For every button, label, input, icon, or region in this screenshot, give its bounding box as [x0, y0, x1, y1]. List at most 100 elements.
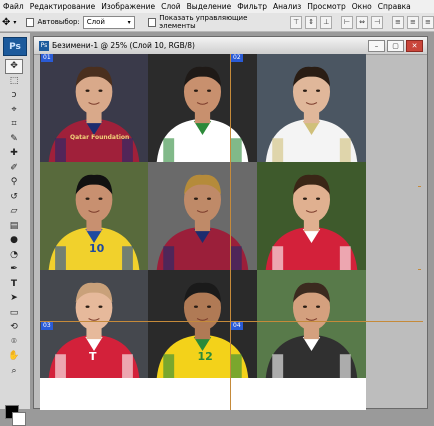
shape-tool-icon[interactable]: ▭ [5, 306, 23, 321]
eye [316, 89, 321, 92]
maximize-button[interactable]: ▢ [387, 40, 404, 52]
eye [193, 305, 198, 308]
menu-analysis[interactable]: Анализ [270, 2, 304, 11]
slice-label: 02 [231, 54, 243, 62]
eye [316, 197, 321, 200]
menu-edit[interactable]: Редактирование [27, 2, 98, 11]
align-left-icon[interactable]: ⊢ [341, 15, 354, 29]
jersey-sleeve [272, 354, 284, 378]
menu-file[interactable]: Файл [0, 2, 27, 11]
background-color-swatch[interactable] [12, 412, 26, 426]
player-photo [257, 54, 366, 162]
player-photo-tile [148, 54, 257, 162]
jersey-sleeve [122, 354, 133, 378]
eyedropper-tool-icon[interactable]: ✎ [5, 132, 23, 147]
menu-layer[interactable]: Слой [158, 2, 184, 11]
player-photo-tile: Qatar Foundation [40, 54, 148, 162]
tool-preset-dropdown-icon[interactable]: ▾ [13, 19, 16, 26]
hand-tool-icon[interactable]: ✋ [5, 349, 23, 364]
jersey-sleeve [272, 246, 284, 270]
menu-view[interactable]: Просмотр [304, 2, 349, 11]
show-controls-checkbox[interactable] [147, 17, 157, 27]
zoom-tool-icon[interactable]: ⌕ [5, 364, 23, 379]
move-tool-icon[interactable]: ✥ [5, 59, 23, 74]
eye [85, 89, 90, 92]
3d-camera-tool-icon[interactable]: ⌾ [5, 335, 23, 350]
player-photo [257, 270, 366, 378]
jersey-sleeve [272, 138, 284, 162]
menu-bar: Файл Редактирование Изображение Слой Выд… [0, 0, 434, 13]
menu-image[interactable]: Изображение [98, 2, 158, 11]
eye [207, 305, 212, 308]
distribute-bottom-icon[interactable]: ≡ [421, 15, 434, 29]
jersey-sleeve [339, 246, 351, 270]
eye [98, 89, 103, 92]
minimize-button[interactable]: – [368, 40, 385, 52]
history-brush-tool-icon[interactable]: ↺ [5, 190, 23, 205]
eye [316, 305, 321, 308]
tools-panel: Ps ✥ ⬚ ↄ ⌖ ⌗ ✎ ✚ ✐ ⚲ ↺ ▱ ▤ ● ◔ ✒ T ➤ ▭ ⟲… [0, 33, 31, 426]
eye [85, 305, 90, 308]
quick-select-tool-icon[interactable]: ⌖ [5, 103, 23, 118]
slice-label: 04 [231, 322, 243, 330]
player-photo [40, 54, 148, 162]
autoselect-label: Автовыбор: [37, 18, 80, 26]
show-controls-label: Показать управляющие элементы [159, 14, 248, 30]
menu-select[interactable]: Выделение [184, 2, 235, 11]
marquee-tool-icon[interactable]: ⬚ [5, 74, 23, 89]
jersey-sleeve [339, 354, 351, 378]
document-window: Ps Безимени-1 @ 25% (Слой 10, RGB/8) – ▢… [33, 36, 428, 410]
eraser-tool-icon[interactable]: ▱ [5, 204, 23, 219]
jersey-sleeve [230, 354, 242, 378]
horizontal-guide[interactable] [40, 321, 423, 322]
jersey-sleeve [230, 138, 242, 162]
jersey-text: 12 [197, 349, 213, 363]
eye [302, 89, 307, 92]
autoselect-checkbox[interactable] [26, 17, 35, 27]
menu-help[interactable]: Справка [375, 2, 414, 11]
slice-label: 01 [41, 54, 53, 62]
autoselect-value: Слой [86, 18, 105, 26]
eye [98, 197, 103, 200]
player-photo-tile [257, 270, 366, 378]
image-canvas[interactable]: Qatar Foundation 10 T 12 [40, 54, 366, 378]
blur-tool-icon[interactable]: ● [5, 233, 23, 248]
crop-tool-icon[interactable]: ⌗ [5, 117, 23, 132]
autoselect-select[interactable]: Слой ▾ [82, 15, 135, 29]
jersey-sleeve [163, 354, 175, 378]
document-title-bar[interactable]: Ps Безимени-1 @ 25% (Слой 10, RGB/8) – ▢… [34, 37, 427, 55]
move-tool-icon[interactable]: ✥ [2, 17, 10, 28]
path-select-tool-icon[interactable]: ➤ [5, 291, 23, 306]
dodge-tool-icon[interactable]: ◔ [5, 248, 23, 263]
jersey-sleeve [55, 246, 66, 270]
eye [98, 305, 103, 308]
align-hcenter-icon[interactable]: ⇔ [356, 15, 369, 29]
brush-tool-icon[interactable]: ✐ [5, 161, 23, 176]
gradient-tool-icon[interactable]: ▤ [5, 219, 23, 234]
menu-filter[interactable]: Фильтр [234, 2, 270, 11]
menu-window[interactable]: Окно [349, 2, 375, 11]
align-top-icon[interactable]: ⊤ [290, 15, 303, 29]
align-right-icon[interactable]: ⊣ [371, 15, 384, 29]
healing-brush-tool-icon[interactable]: ✚ [5, 146, 23, 161]
distribute-vcenter-icon[interactable]: ≡ [406, 15, 419, 29]
player-photo [257, 162, 366, 270]
type-tool-icon[interactable]: T [5, 277, 23, 292]
align-vcenter-icon[interactable]: ⇕ [305, 15, 318, 29]
lasso-tool-icon[interactable]: ↄ [5, 88, 23, 103]
chevron-down-icon: ▾ [127, 18, 131, 26]
eye [85, 197, 90, 200]
pen-tool-icon[interactable]: ✒ [5, 262, 23, 277]
eye [302, 305, 307, 308]
player-photo-tile: 10 [40, 162, 148, 270]
distribute-top-icon[interactable]: ≡ [391, 15, 404, 29]
options-bar: ✥ ▾ Автовыбор: Слой ▾ Показать управляющ… [0, 13, 434, 32]
vertical-guide[interactable] [230, 54, 231, 410]
clone-stamp-tool-icon[interactable]: ⚲ [5, 175, 23, 190]
slice-label: 03 [41, 322, 53, 330]
jersey-sleeve [339, 138, 351, 162]
align-bottom-icon[interactable]: ⊥ [320, 15, 333, 29]
close-button[interactable]: ✕ [406, 40, 423, 52]
3d-rotate-tool-icon[interactable]: ⟲ [5, 320, 23, 335]
player-photo-tile [257, 162, 366, 270]
